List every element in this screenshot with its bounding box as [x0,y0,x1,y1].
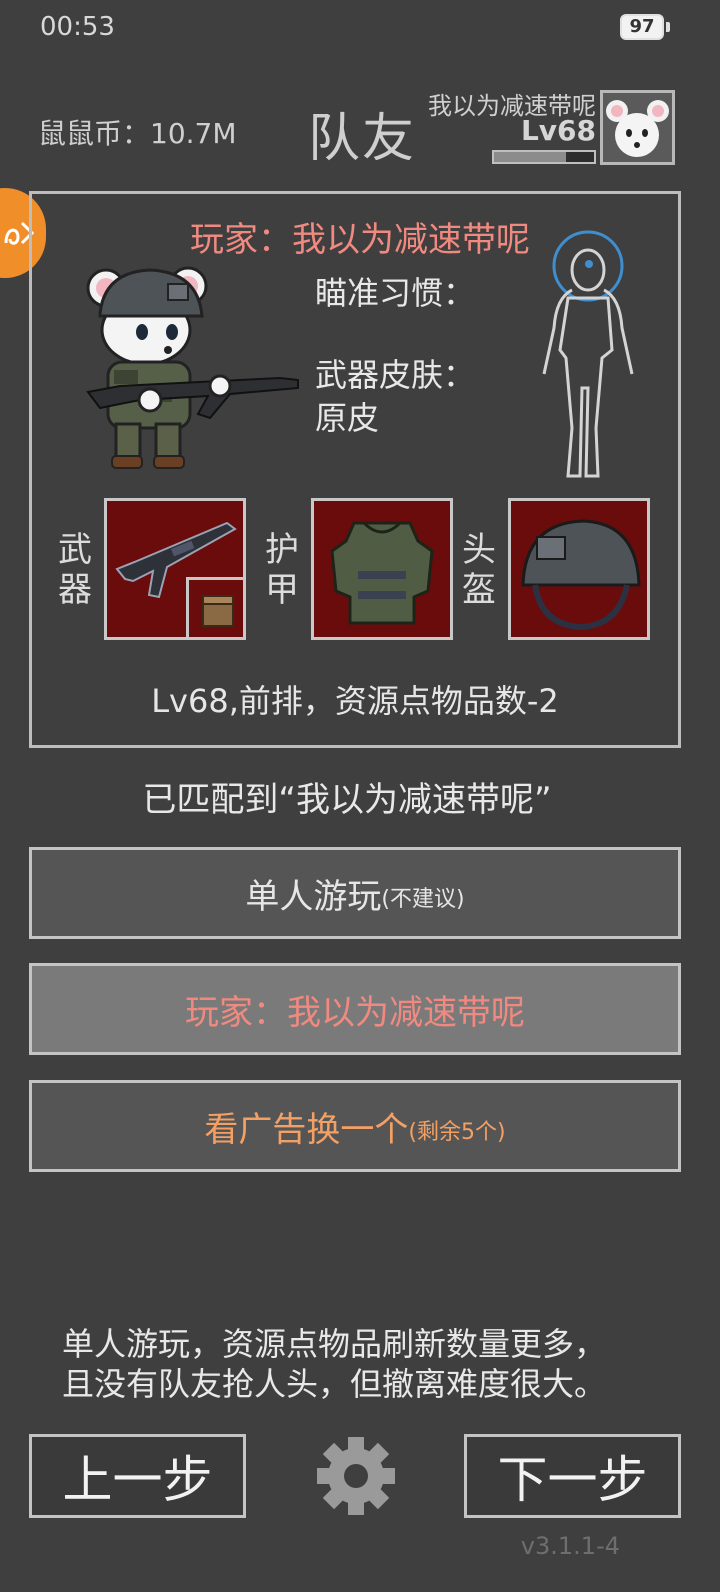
weapon-slot[interactable] [104,498,246,640]
next-step-button[interactable]: 下一步 [464,1434,681,1518]
solo-play-note: (不建议) [381,887,465,912]
teammate-summary: Lv68,前排，资源点物品数-2 [151,682,559,720]
coin-balance: 鼠鼠币：10.7M [38,117,237,150]
gear-icon[interactable] [313,1433,399,1519]
solo-play-label: 单人游玩 [245,876,382,917]
solo-play-button[interactable]: 单人游玩 (不建议) [29,847,681,939]
matched-status: 已匹配到“我以为减速带呢” [142,780,552,820]
previous-step-button[interactable]: 上一步 [29,1434,246,1518]
helmet-icon [521,519,641,631]
version-label: v3.1.1-4 [520,1532,620,1560]
aim-habit-label: 瞄准习惯： [315,274,476,312]
solo-play-tip: 单人游玩，资源点物品刷新数量更多， 且没有队友抢人头，但撤离难度很大。 [62,1324,702,1404]
helmet-slot[interactable] [508,498,650,640]
ammo-slot[interactable] [186,577,243,637]
vest-icon [330,521,434,625]
watch-ad-label: 看广告换一个 [204,1109,409,1150]
status-time: 00:53 [40,12,115,42]
watch-ad-remaining: (剩余5个) [408,1120,506,1145]
xp-fill [494,152,566,162]
select-teammate-button[interactable]: 玩家：我以为减速带呢 [29,963,681,1055]
body-outline-icon [532,228,642,486]
tip-line-1: 单人游玩，资源点物品刷新数量更多， [62,1325,607,1363]
battery-icon: 97 [620,14,664,40]
watch-ad-swap-button[interactable]: 看广告换一个 (剩余5个) [29,1080,681,1172]
xp-bar [492,150,596,164]
weapon-skin-label: 武器皮肤： [315,356,476,394]
select-teammate-label: 玩家：我以为减速带呢 [185,992,525,1033]
armor-slot[interactable] [311,498,453,640]
mouse-avatar-icon [603,93,672,162]
helmet-label: 头盔 [462,530,496,610]
battery-tip [666,22,670,32]
weapon-label: 武器 [58,530,92,610]
weapon-skin-value: 原皮 [315,399,380,437]
page-title: 队友 [308,109,417,169]
avatar[interactable] [600,90,675,165]
user-level: Lv68 [520,114,596,147]
character-illustration [80,258,302,472]
armor-label: 护甲 [265,530,299,610]
ammo-box-icon [202,595,234,627]
tip-line-2: 且没有队友抢人头，但撤离难度很大。 [62,1365,607,1403]
